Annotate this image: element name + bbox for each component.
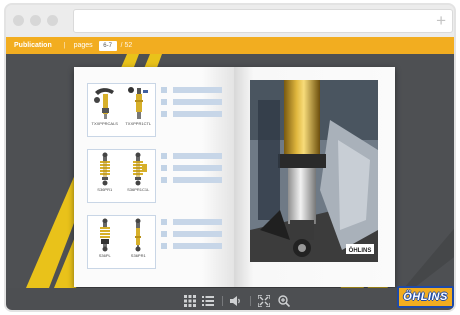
shock-absorber-icon (128, 87, 149, 119)
product-card[interactable]: TXXPPRCALS TXXPPR1CTL (87, 83, 156, 137)
pages-label: pages (73, 42, 93, 49)
browser-titlebar: + (6, 5, 454, 37)
shock-absorber-icon (93, 88, 114, 119)
flipbook-spread[interactable]: TXXPPRCALS TXXPPR1CTL S36PR1 S36PR1C1L S… (74, 67, 395, 287)
window-close-dot[interactable] (13, 15, 24, 26)
shock-absorber-icon (99, 218, 110, 252)
product-item: S36PL (88, 218, 121, 268)
shock-absorber-icon (99, 152, 110, 186)
product-code: S36PL (98, 253, 111, 258)
zoom-in-icon[interactable] (278, 295, 290, 307)
reader-controls (6, 288, 454, 310)
new-tab-plus-icon[interactable]: + (436, 12, 446, 30)
browser-window: + Publication | pages 6-7 / 52 TXXPPRCAL… (4, 3, 456, 312)
suspension-fork-photo: ÖHLINS (250, 80, 378, 262)
product-card[interactable]: S36PL S36PR1 (87, 215, 156, 269)
publication-label: Publication (14, 42, 52, 49)
page-number-input[interactable]: 6-7 (98, 40, 117, 51)
window-maximize-dot[interactable] (47, 15, 58, 26)
list-icon[interactable] (202, 295, 214, 307)
fullscreen-icon[interactable] (258, 295, 270, 307)
total-pages: / 52 (120, 42, 133, 49)
shock-absorber-icon (135, 218, 142, 252)
fork-brand-label: ÖHLINS (349, 247, 372, 254)
product-code: S36PR1 (130, 253, 146, 258)
product-code: S36PR1C1L (127, 187, 150, 192)
thumbnails-grid-icon[interactable] (184, 295, 196, 307)
controls-divider (250, 296, 251, 306)
product-item: S36PR1 (88, 152, 121, 202)
address-bar[interactable]: + (73, 9, 453, 33)
toolbar-separator: | (63, 42, 66, 49)
publication-toolbar: Publication | pages 6-7 / 52 (6, 37, 454, 54)
product-item: TXXPPR1CTL (122, 86, 155, 136)
controls-divider (222, 296, 223, 306)
window-minimize-dot[interactable] (30, 15, 41, 26)
reader-stage: TXXPPRCALS TXXPPR1CTL S36PR1 S36PR1C1L S… (6, 54, 454, 288)
product-code: S36PR1 (97, 187, 113, 192)
left-page[interactable]: TXXPPRCALS TXXPPR1CTL S36PR1 S36PR1C1L S… (74, 67, 234, 287)
product-code: TXXPPR1CTL (125, 121, 152, 126)
shock-absorber-icon (133, 152, 148, 186)
product-card[interactable]: S36PR1 S36PR1C1L (87, 149, 156, 203)
right-page[interactable]: ÖHLINS (234, 67, 395, 287)
product-item: S36PR1C1L (122, 152, 155, 202)
product-item: TXXPPRCALS (88, 86, 121, 136)
product-code: TXXPPRCALS (91, 121, 118, 126)
volume-icon[interactable] (230, 295, 242, 307)
ohlins-logo-text: ÖHLINS (403, 291, 448, 303)
product-item: S36PR1 (122, 218, 155, 268)
ohlins-logo[interactable]: ÖHLINS (397, 286, 454, 308)
